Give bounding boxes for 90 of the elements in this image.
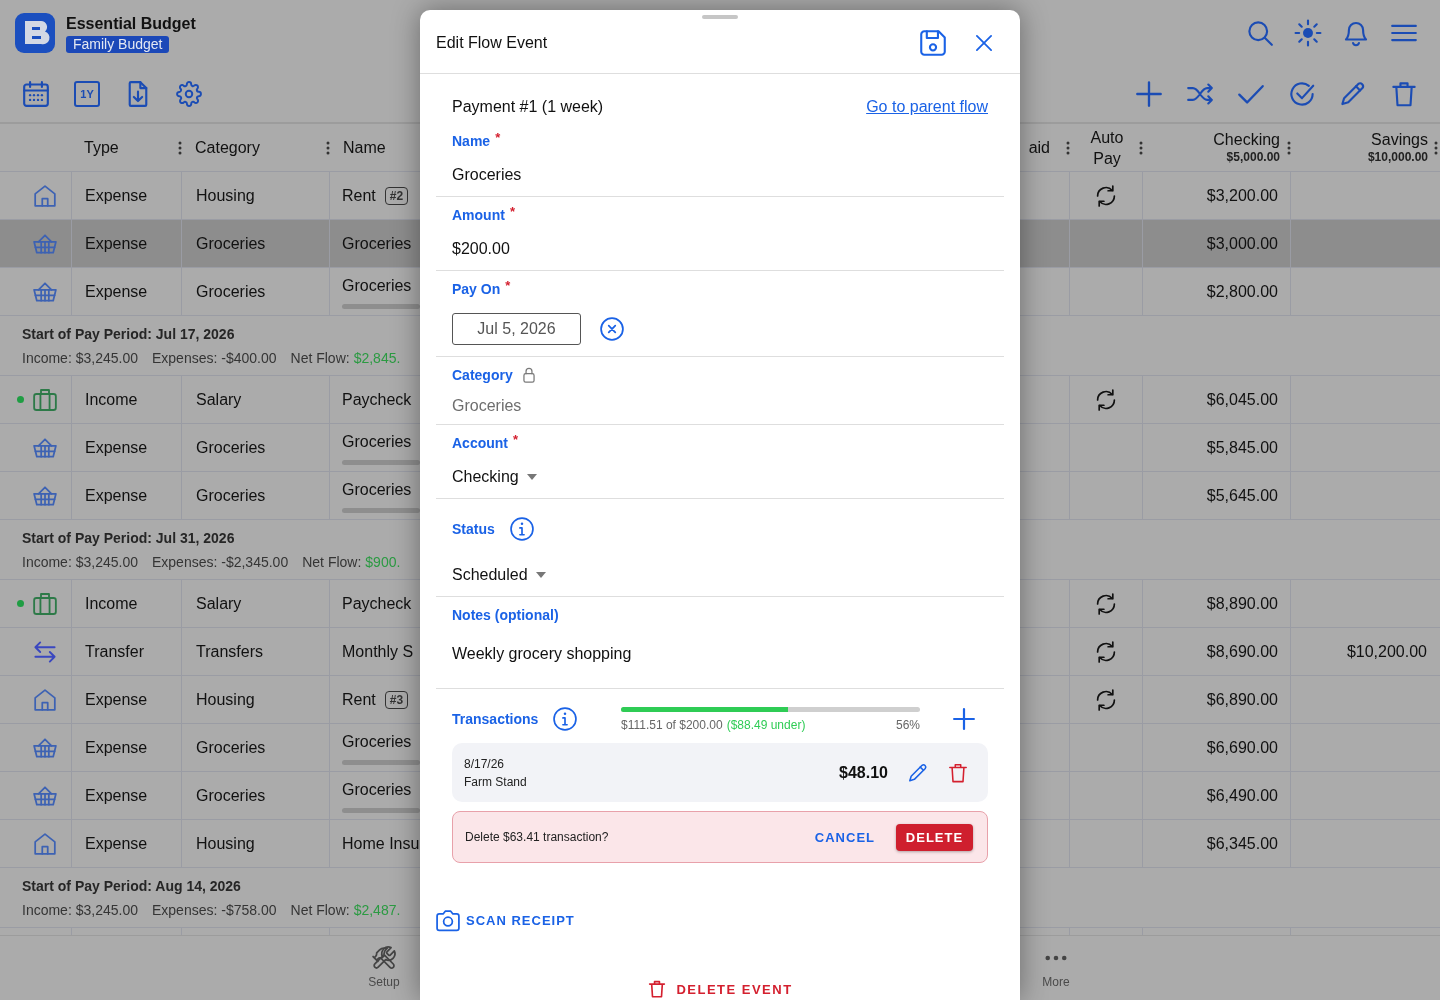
name-text: Rent [342,689,376,710]
table-cell: Housing [182,676,330,723]
field-label: Status [452,520,495,539]
column-total: $5,000.00 [1226,150,1280,165]
table-cell: Expense [72,220,182,267]
table-cell: $2,800.00 [1143,268,1291,315]
column-total: $10,000.00 [1367,150,1428,165]
field-label: Account [452,434,508,453]
name-text: Groceries [342,780,412,800]
name-text: Paycheck [342,593,412,614]
dialog-title: Edit Flow Event [436,32,548,53]
required-mark: * [495,131,501,145]
transaction-amount: $48.10 [839,763,888,782]
name-text: Home Insu [342,833,420,854]
period-income: Income: $3,245.00 [22,349,138,367]
required-mark: * [509,205,515,219]
table-cell: $5,645.00 [1143,472,1291,519]
table-cell: Income [72,376,182,423]
name-text: Rent [342,185,376,206]
table-cell: Expense [72,724,182,771]
table-cell: Salary [182,376,330,423]
period-expenses: Expenses: -$758.00 [152,901,277,919]
table-cell: Expense [72,820,182,867]
table-cell: $3,200.00 [1143,172,1291,219]
table-cell: $6,890.00 [1143,676,1291,723]
field-label: Notes (optional) [452,606,559,625]
count-badge: #3 [384,690,409,709]
table-cell: $6,490.00 [1143,772,1291,819]
progress-text: $111.51 of $200.00 [621,717,723,732]
name-text: Groceries [342,276,412,296]
table-cell: $6,690.00 [1143,724,1291,771]
required-mark: * [513,433,519,447]
table-cell: Transfer [72,628,182,675]
table-cell: Expense [72,424,182,471]
field-label: Name [452,132,491,151]
table-cell: Salary [182,580,330,627]
name-text: Groceries [342,480,412,500]
name-text: Monthly S [342,641,414,662]
table-cell-text: $10,200.00 [1345,641,1428,662]
table-cell: Groceries [182,724,330,771]
disabled-field: Groceries [452,395,988,417]
table-cell: $6,345.00 [1143,820,1291,867]
field-label: Pay On [452,280,501,299]
name-text: Groceries [342,432,412,452]
app-title: Essential Budget [66,13,196,33]
period-income: Income: $3,245.00 [22,553,138,571]
net-flow-label: Net Flow: [290,349,350,367]
table-cell: Transfers [182,628,330,675]
transaction-payee: Farm Stand [464,773,527,790]
table-cell: $6,045.00 [1143,376,1291,423]
table-cell: Groceries [182,268,330,315]
name-text: Paycheck [342,389,412,410]
period-title: Start of Pay Period: Aug 14, 2026 [22,877,241,895]
section-label: Transactions [452,710,539,729]
table-cell: Expense [72,676,182,723]
table-cell: $3,000.00 [1143,220,1291,267]
count-badge: #2 [384,186,409,205]
table-cell: Housing [182,820,330,867]
table-cell: $8,890.00 [1143,580,1291,627]
confirm-message: Delete $63.41 transaction? [465,830,609,844]
net-flow-label: Net Flow: [290,901,350,919]
period-income: Income: $3,245.00 [22,901,138,919]
table-cell: Groceries [182,424,330,471]
period-title: Start of Pay Period: Jul 31, 2026 [22,529,235,547]
percent-text: 56% [895,717,920,732]
net-flow-value: $900. [365,553,401,571]
table-cell: Groceries [182,220,330,267]
field-label: Category [452,366,513,385]
event-subtitle: Payment #1 (1 week) [452,97,604,117]
transaction-date: 8/17/26 [464,755,506,772]
table-cell: Expense [72,268,182,315]
table-cell: Income [72,580,182,627]
table-cell: $5,845.00 [1143,424,1291,471]
name-text: Groceries [342,732,412,752]
table-cell: Groceries [182,772,330,819]
remaining-text: ($88.49 under) [726,717,806,732]
name-text: Groceries [342,233,412,254]
period-expenses: Expenses: -$2,345.00 [152,553,289,571]
table-cell: Expense [72,472,182,519]
required-mark: * [505,279,511,293]
net-flow-value: $2,845. [353,349,401,367]
table-cell: Groceries [182,472,330,519]
table-cell: Expense [72,772,182,819]
period-title: Start of Pay Period: Jul 17, 2026 [22,325,235,343]
table-cell: $8,690.00 [1143,628,1291,675]
net-flow-value: $2,487. [353,901,401,919]
period-expenses: Expenses: -$400.00 [152,349,277,367]
table-cell: Housing [182,172,330,219]
table-cell: Expense [72,172,182,219]
net-flow-label: Net Flow: [302,553,362,571]
